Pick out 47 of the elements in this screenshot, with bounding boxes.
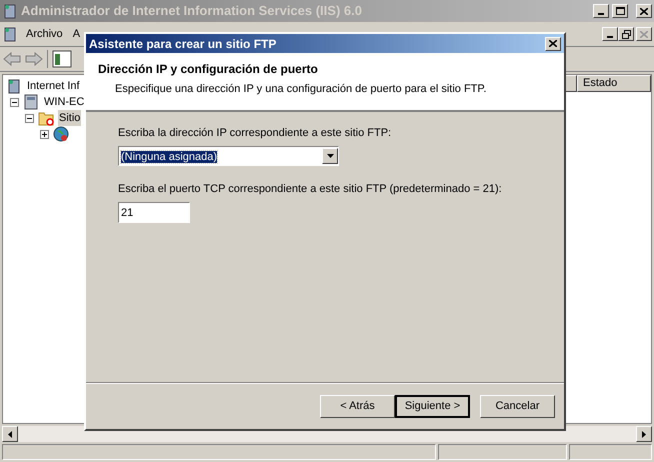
plus-icon [41,130,48,138]
ip-address-dropdown[interactable]: (Ninguna asignada) [118,146,339,166]
globe-icon [53,126,69,142]
server-stack-icon [6,78,22,94]
menu-item[interactable]: Archivo [24,26,65,42]
collapse-toggle[interactable] [10,98,19,106]
port-field[interactable]: 21 [118,202,190,223]
right-arrow-icon [642,430,646,438]
collapse-toggle[interactable] [25,114,34,122]
close-button[interactable] [545,36,561,50]
dropdown-button[interactable] [322,148,338,164]
page-heading: Dirección IP y configuración de puerto [98,61,319,78]
tree-item[interactable]: WIN-EC [43,94,86,110]
folder-icon [38,110,54,126]
caret-icon [326,154,334,158]
wizard-button[interactable]: Siguiente > [395,395,470,418]
close-icon [640,8,648,14]
server-stack-icon [2,3,18,19]
field-label: Escriba la dirección IP correspondiente a este sitio FTP: [118,126,392,141]
close-button[interactable] [636,27,652,41]
close-icon [640,30,648,38]
restore-icon [622,30,630,38]
forward-arrow-icon[interactable] [25,52,43,66]
computer-icon [23,94,39,110]
wizard-button[interactable]: Cancelar [480,395,555,418]
tree-item[interactable]: Internet Inf [26,78,81,94]
expand-toggle[interactable] [40,130,49,138]
tree-item[interactable]: Sitio [58,110,82,126]
restore-button[interactable] [618,27,634,41]
field-label: Escriba el puerto TCP correspondiente a este sitio FTP (predeterminado = 21): [118,182,503,196]
scroll-left-button[interactable] [2,426,18,442]
minimize-button[interactable] [602,27,618,41]
maximize-button[interactable] [612,4,628,18]
wizard-button[interactable]: < Atrás [320,395,395,418]
column-header[interactable]: Estado [577,75,651,92]
server-stack-icon [2,26,18,42]
minimize-button[interactable] [593,4,609,18]
back-arrow-icon[interactable] [3,52,21,66]
close-icon [549,40,557,47]
close-button[interactable] [636,4,652,18]
console-tree-icon[interactable] [52,50,72,68]
left-arrow-icon [8,430,12,438]
page-description: Especifique una dirección IP y una configuración de puerto para el sitio FTP. [114,82,488,97]
maximize-icon [616,7,624,15]
scroll-right-button[interactable] [636,426,652,442]
menu-item[interactable]: A [70,26,82,42]
dialog-title: Asistente para crear un sitio FTP [89,36,278,52]
